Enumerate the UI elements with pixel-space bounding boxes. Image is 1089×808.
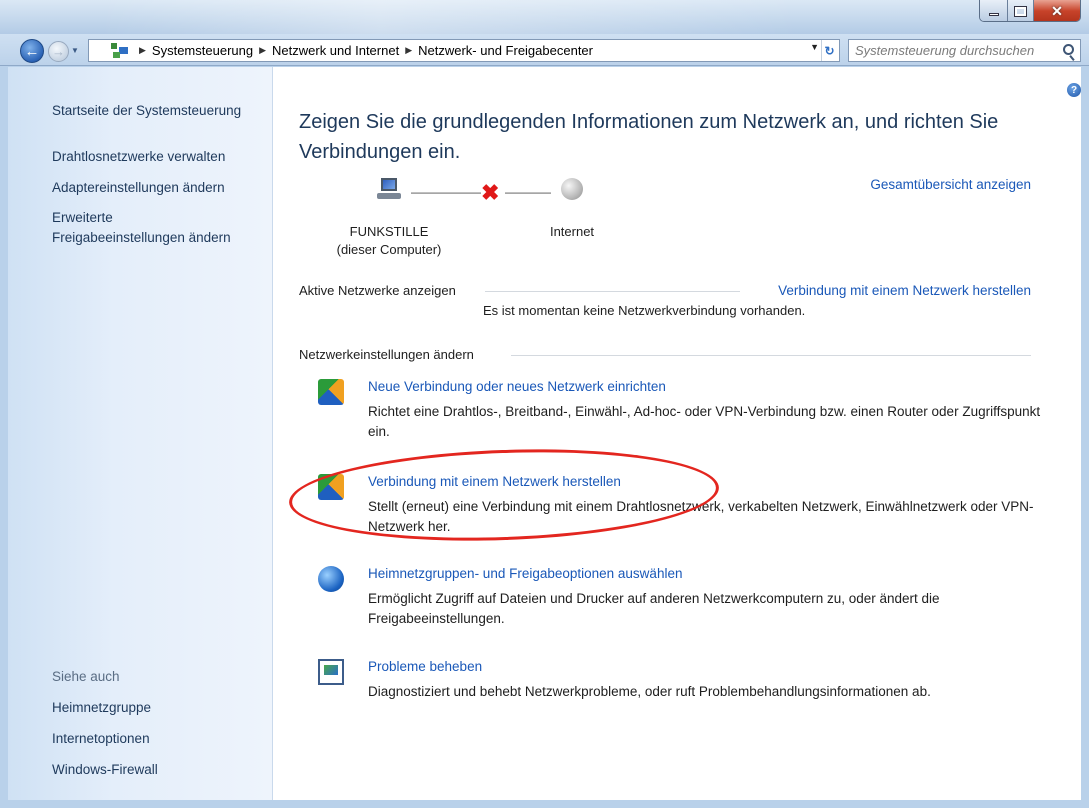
title-bar: ✕ <box>0 0 1089 34</box>
window-controls: ✕ <box>979 0 1081 22</box>
network-setup-icon[interactable] <box>318 379 344 405</box>
breadcrumb-separator-icon[interactable]: ▶ <box>405 45 412 56</box>
sidebar-item-adapter-settings[interactable]: Adaptereinstellungen ändern <box>52 178 225 198</box>
see-also-heading: Siehe auch <box>52 669 120 684</box>
no-connection-status: Es ist momentan keine Netzwerkverbindung… <box>483 303 806 318</box>
section-divider <box>511 355 1031 356</box>
maximize-icon <box>1014 5 1027 17</box>
new-connection-link[interactable]: Neue Verbindung oder neues Netzwerk einr… <box>368 379 666 394</box>
sidebar-item-advanced-sharing-line1[interactable]: Erweiterte <box>52 208 113 228</box>
help-icon[interactable]: ? <box>1067 83 1081 97</box>
section-divider <box>485 291 740 292</box>
troubleshoot-link[interactable]: Probleme beheben <box>368 659 482 674</box>
breadcrumb-separator-icon[interactable]: ▶ <box>259 45 266 56</box>
breadcrumb-netzwerk-und-internet[interactable]: Netzwerk und Internet <box>272 43 399 58</box>
sidebar-item-homegroup[interactable]: Heimnetzgruppe <box>52 698 151 718</box>
minimize-button[interactable] <box>980 0 1008 21</box>
maximize-button[interactable] <box>1008 0 1034 21</box>
navigation-bar: ← → ▼ ▶ Systemsteuerung ▶ Netzwerk und I… <box>0 34 1089 66</box>
arrow-right-icon: → <box>52 44 65 59</box>
close-button[interactable]: ✕ <box>1034 0 1080 21</box>
network-map: ✖ FUNKSTILLE (dieser Computer) Internet <box>299 172 619 272</box>
title-bar-glass <box>100 0 800 34</box>
breadcrumb-systemsteuerung[interactable]: Systemsteuerung <box>152 43 253 58</box>
refresh-icon[interactable]: ↻ <box>821 40 837 61</box>
search-input[interactable] <box>855 43 1055 58</box>
internet-globe-icon[interactable] <box>561 178 583 200</box>
sidebar: Startseite der Systemsteuerung Drahtlosn… <box>8 67 273 800</box>
search-box <box>848 39 1081 62</box>
map-connection-line <box>411 192 481 194</box>
internet-label: Internet <box>549 224 595 239</box>
sidebar-item-advanced-sharing-line2[interactable]: Freigabeeinstellungen ändern <box>52 228 231 248</box>
chevron-down-icon: ▼ <box>71 46 79 55</box>
address-bar[interactable]: ▶ Systemsteuerung ▶ Netzwerk und Interne… <box>88 39 840 62</box>
breadcrumb-freigabecenter[interactable]: Netzwerk- und Freigabecenter <box>418 43 593 58</box>
close-icon: ✕ <box>1051 2 1063 19</box>
recent-pages-button[interactable]: ▼ <box>71 46 79 55</box>
new-connection-desc: Richtet eine Drahtlos-, Breitband-, Einw… <box>368 404 1041 439</box>
active-networks-heading: Aktive Netzwerke anzeigen <box>299 283 456 298</box>
computer-icon[interactable] <box>377 178 401 202</box>
connect-network-link-top[interactable]: Verbindung mit einem Netzwerk herstellen <box>778 283 1031 298</box>
computer-sublabel: (dieser Computer) <box>336 242 442 257</box>
main-content: ? Zeigen Sie die grundlegenden Informati… <box>273 67 1081 800</box>
disconnected-x-icon[interactable]: ✖ <box>481 180 499 206</box>
back-button[interactable]: ← <box>20 39 44 63</box>
forward-button[interactable]: → <box>48 41 69 62</box>
homegroup-icon[interactable] <box>318 566 344 592</box>
sidebar-item-wireless-networks[interactable]: Drahtlosnetzwerke verwalten <box>52 147 225 167</box>
sidebar-item-windows-firewall[interactable]: Windows-Firewall <box>52 760 158 780</box>
sidebar-item-internet-options[interactable]: Internetoptionen <box>52 729 150 749</box>
homegroup-options-link[interactable]: Heimnetzgruppen- und Freigabeoptionen au… <box>368 566 682 581</box>
control-panel-icon <box>111 42 129 59</box>
breadcrumb-separator-icon[interactable]: ▶ <box>139 45 146 56</box>
search-icon[interactable] <box>1063 44 1074 55</box>
troubleshoot-icon[interactable] <box>318 659 344 685</box>
address-dropdown-icon[interactable]: ▼ <box>810 42 819 52</box>
homegroup-options-desc: Ermöglicht Zugriff auf Dateien und Druck… <box>368 591 940 626</box>
sidebar-item-home[interactable]: Startseite der Systemsteuerung <box>52 101 241 121</box>
troubleshoot-desc: Diagnostiziert und behebt Netzwerkproble… <box>368 684 931 699</box>
network-settings-heading: Netzwerkeinstellungen ändern <box>299 347 474 362</box>
page-title: Zeigen Sie die grundlegenden Information… <box>299 111 999 163</box>
full-map-link[interactable]: Gesamtübersicht anzeigen <box>870 177 1031 192</box>
map-connection-line <box>505 192 551 194</box>
minimize-icon <box>988 12 999 16</box>
computer-name: FUNKSTILLE <box>349 224 429 239</box>
arrow-left-icon: ← <box>24 42 40 60</box>
